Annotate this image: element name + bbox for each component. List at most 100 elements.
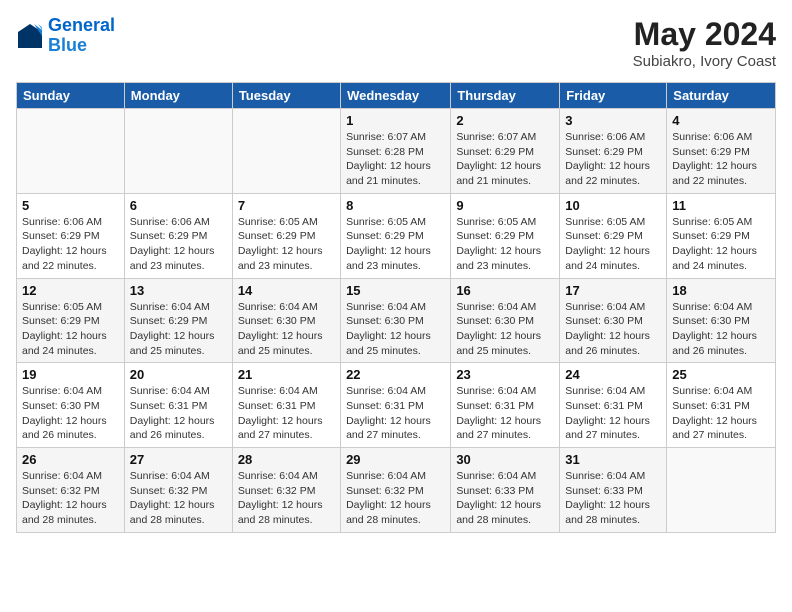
day-number: 26 <box>22 452 119 467</box>
day-number: 1 <box>346 113 445 128</box>
day-info: Sunrise: 6:04 AMSunset: 6:30 PMDaylight:… <box>346 300 445 359</box>
weekday-header-thursday: Thursday <box>451 83 560 109</box>
logo-text: General Blue <box>48 16 115 56</box>
calendar-cell: 27Sunrise: 6:04 AMSunset: 6:32 PMDayligh… <box>124 448 232 533</box>
calendar-cell: 9 Sunrise: 6:05 AMSunset: 6:29 PMDaylight… <box>451 193 560 278</box>
calendar-cell: 6 Sunrise: 6:06 AMSunset: 6:29 PMDaylight… <box>124 193 232 278</box>
day-info: Sunrise: 6:04 AMSunset: 6:33 PMDaylight:… <box>565 469 661 528</box>
day-number: 2 <box>456 113 554 128</box>
day-info: Sunrise: 6:04 AMSunset: 6:30 PMDaylight:… <box>565 300 661 359</box>
calendar-cell: 11 Sunrise: 6:05 AMSunset: 6:29 PMDayligh… <box>667 193 776 278</box>
calendar-cell: 31 Sunrise: 6:04 AMSunset: 6:33 PMDayligh… <box>560 448 667 533</box>
day-info: Sunrise: 6:06 AMSunset: 6:29 PMDaylight:… <box>130 215 227 274</box>
calendar-cell: 22Sunrise: 6:04 AMSunset: 6:31 PMDayligh… <box>341 363 451 448</box>
day-number: 10 <box>565 198 661 213</box>
day-info: Sunrise: 6:05 AMSunset: 6:29 PMDaylight:… <box>456 215 554 274</box>
day-number: 23 <box>456 367 554 382</box>
calendar-week-3: 12Sunrise: 6:05 AMSunset: 6:29 PMDayligh… <box>17 278 776 363</box>
calendar-cell: 4 Sunrise: 6:06 AMSunset: 6:29 PMDaylight… <box>667 109 776 194</box>
calendar-cell: 15 Sunrise: 6:04 AMSunset: 6:30 PMDayligh… <box>341 278 451 363</box>
calendar-cell: 12Sunrise: 6:05 AMSunset: 6:29 PMDayligh… <box>17 278 125 363</box>
day-info: Sunrise: 6:05 AMSunset: 6:29 PMDaylight:… <box>238 215 335 274</box>
day-number: 19 <box>22 367 119 382</box>
day-number: 31 <box>565 452 661 467</box>
day-number: 5 <box>22 198 119 213</box>
title-section: May 2024 Subiakro, Ivory Coast <box>633 16 776 70</box>
weekday-header-friday: Friday <box>560 83 667 109</box>
day-number: 6 <box>130 198 227 213</box>
day-number: 14 <box>238 283 335 298</box>
calendar-cell: 20 Sunrise: 6:04 AMSunset: 6:31 PMDayligh… <box>124 363 232 448</box>
day-info: Sunrise: 6:04 AMSunset: 6:29 PMDaylight:… <box>130 300 227 359</box>
day-info: Sunrise: 6:05 AMSunset: 6:29 PMDaylight:… <box>672 215 770 274</box>
calendar-cell <box>667 448 776 533</box>
calendar-week-1: 1Sunrise: 6:07 AMSunset: 6:28 PMDaylight… <box>17 109 776 194</box>
day-info: Sunrise: 6:06 AMSunset: 6:29 PMDaylight:… <box>672 130 770 189</box>
weekday-header-row: SundayMondayTuesdayWednesdayThursdayFrid… <box>17 83 776 109</box>
day-info: Sunrise: 6:04 AMSunset: 6:30 PMDaylight:… <box>22 384 119 443</box>
calendar-week-5: 26 Sunrise: 6:04 AMSunset: 6:32 PMDayligh… <box>17 448 776 533</box>
day-info: Sunrise: 6:05 AMSunset: 6:29 PMDaylight:… <box>565 215 661 274</box>
day-info: Sunrise: 6:04 AMSunset: 6:32 PMDaylight:… <box>22 469 119 528</box>
day-info: Sunrise: 6:04 AMSunset: 6:30 PMDaylight:… <box>238 300 335 359</box>
weekday-header-monday: Monday <box>124 83 232 109</box>
calendar-cell: 19 Sunrise: 6:04 AMSunset: 6:30 PMDayligh… <box>17 363 125 448</box>
day-info: Sunrise: 6:04 AMSunset: 6:32 PMDaylight:… <box>130 469 227 528</box>
calendar-cell: 2Sunrise: 6:07 AMSunset: 6:29 PMDaylight… <box>451 109 560 194</box>
day-info: Sunrise: 6:04 AMSunset: 6:33 PMDaylight:… <box>456 469 554 528</box>
calendar-cell: 16Sunrise: 6:04 AMSunset: 6:30 PMDayligh… <box>451 278 560 363</box>
day-number: 15 <box>346 283 445 298</box>
day-number: 7 <box>238 198 335 213</box>
day-number: 16 <box>456 283 554 298</box>
calendar-table: SundayMondayTuesdayWednesdayThursdayFrid… <box>16 82 776 533</box>
day-number: 18 <box>672 283 770 298</box>
page-header: General Blue May 2024 Subiakro, Ivory Co… <box>16 16 776 70</box>
weekday-header-saturday: Saturday <box>667 83 776 109</box>
calendar-cell: 23Sunrise: 6:04 AMSunset: 6:31 PMDayligh… <box>451 363 560 448</box>
day-number: 25 <box>672 367 770 382</box>
weekday-header-sunday: Sunday <box>17 83 125 109</box>
calendar-cell: 18Sunrise: 6:04 AMSunset: 6:30 PMDayligh… <box>667 278 776 363</box>
day-number: 30 <box>456 452 554 467</box>
day-info: Sunrise: 6:06 AMSunset: 6:29 PMDaylight:… <box>22 215 119 274</box>
day-number: 11 <box>672 198 770 213</box>
calendar-cell: 29Sunrise: 6:04 AMSunset: 6:32 PMDayligh… <box>341 448 451 533</box>
calendar-cell: 26 Sunrise: 6:04 AMSunset: 6:32 PMDayligh… <box>17 448 125 533</box>
calendar-week-2: 5 Sunrise: 6:06 AMSunset: 6:29 PMDaylight… <box>17 193 776 278</box>
weekday-header-tuesday: Tuesday <box>232 83 340 109</box>
month-year-title: May 2024 <box>633 16 776 53</box>
day-number: 12 <box>22 283 119 298</box>
calendar-cell: 10 Sunrise: 6:05 AMSunset: 6:29 PMDayligh… <box>560 193 667 278</box>
calendar-cell: 21Sunrise: 6:04 AMSunset: 6:31 PMDayligh… <box>232 363 340 448</box>
calendar-cell: 3 Sunrise: 6:06 AMSunset: 6:29 PMDaylight… <box>560 109 667 194</box>
location-subtitle: Subiakro, Ivory Coast <box>633 53 776 70</box>
calendar-cell: 5 Sunrise: 6:06 AMSunset: 6:29 PMDaylight… <box>17 193 125 278</box>
calendar-cell <box>17 109 125 194</box>
day-number: 20 <box>130 367 227 382</box>
calendar-cell <box>124 109 232 194</box>
logo: General Blue <box>16 16 115 56</box>
day-number: 3 <box>565 113 661 128</box>
day-number: 13 <box>130 283 227 298</box>
calendar-cell <box>232 109 340 194</box>
day-number: 4 <box>672 113 770 128</box>
day-number: 9 <box>456 198 554 213</box>
day-number: 17 <box>565 283 661 298</box>
day-number: 29 <box>346 452 445 467</box>
day-number: 21 <box>238 367 335 382</box>
calendar-cell: 14 Sunrise: 6:04 AMSunset: 6:30 PMDayligh… <box>232 278 340 363</box>
calendar-cell: 1Sunrise: 6:07 AMSunset: 6:28 PMDaylight… <box>341 109 451 194</box>
day-info: Sunrise: 6:04 AMSunset: 6:31 PMDaylight:… <box>672 384 770 443</box>
calendar-cell: 7 Sunrise: 6:05 AMSunset: 6:29 PMDaylight… <box>232 193 340 278</box>
calendar-cell: 24 Sunrise: 6:04 AMSunset: 6:31 PMDayligh… <box>560 363 667 448</box>
calendar-cell: 30 Sunrise: 6:04 AMSunset: 6:33 PMDayligh… <box>451 448 560 533</box>
day-info: Sunrise: 6:05 AMSunset: 6:29 PMDaylight:… <box>346 215 445 274</box>
day-number: 24 <box>565 367 661 382</box>
day-info: Sunrise: 6:04 AMSunset: 6:32 PMDaylight:… <box>238 469 335 528</box>
day-info: Sunrise: 6:04 AMSunset: 6:31 PMDaylight:… <box>565 384 661 443</box>
calendar-cell: 25 Sunrise: 6:04 AMSunset: 6:31 PMDayligh… <box>667 363 776 448</box>
day-info: Sunrise: 6:06 AMSunset: 6:29 PMDaylight:… <box>565 130 661 189</box>
calendar-cell: 13 Sunrise: 6:04 AMSunset: 6:29 PMDayligh… <box>124 278 232 363</box>
day-info: Sunrise: 6:04 AMSunset: 6:31 PMDaylight:… <box>130 384 227 443</box>
calendar-cell: 28Sunrise: 6:04 AMSunset: 6:32 PMDayligh… <box>232 448 340 533</box>
